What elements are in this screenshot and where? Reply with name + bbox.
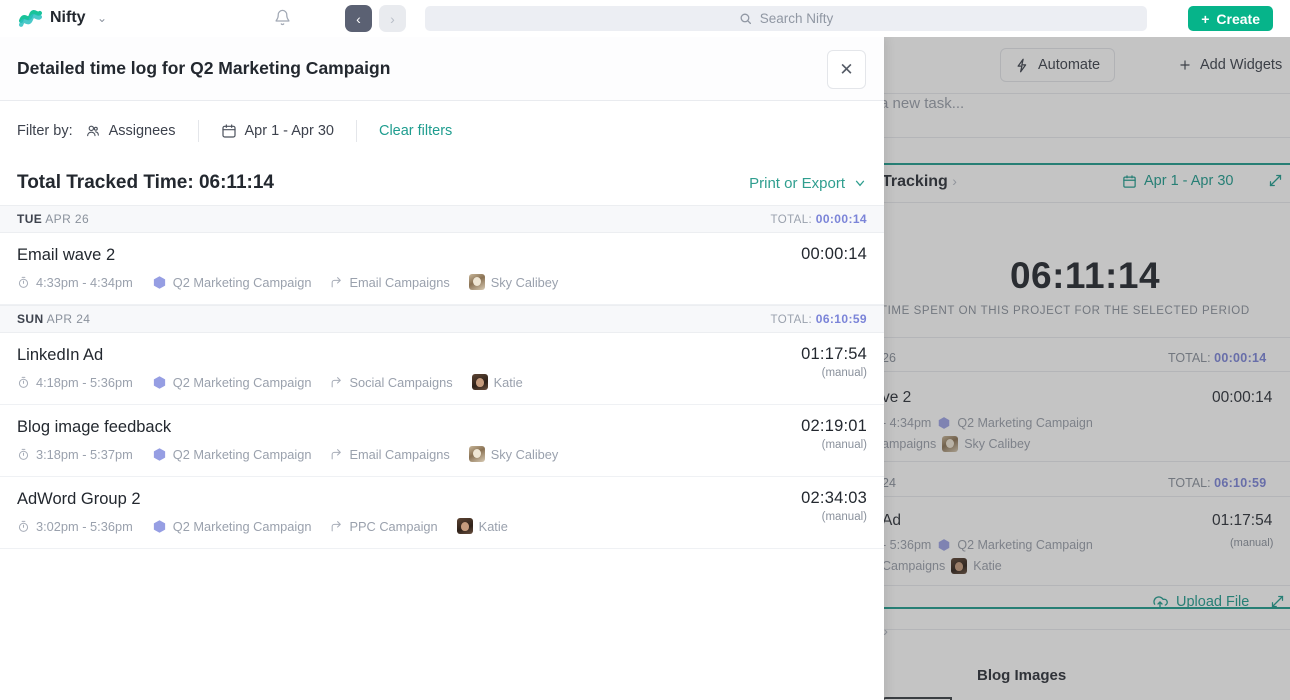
project-cube-icon [152, 375, 167, 390]
day-group-header: TUE APR 26 TOTAL: 00:00:14 [0, 205, 884, 233]
time-log-entry[interactable]: AdWord Group 2 3:02pm - 5:36pm Q2 Marketin… [0, 477, 884, 549]
time-log-entry[interactable]: Blog image feedback 3:18pm - 5:37pm Q2 Mar… [0, 405, 884, 477]
entry-title: LinkedIn Ad [17, 346, 104, 364]
entry-project[interactable]: Q2 Marketing Campaign [152, 519, 311, 534]
entry-manual-flag: (manual) [821, 367, 867, 379]
nav-forward-button[interactable]: › [379, 5, 406, 32]
entry-project[interactable]: Q2 Marketing Campaign [152, 275, 311, 290]
subtask-arrow-icon [330, 448, 343, 461]
stopwatch-icon [17, 276, 30, 289]
project-cube-icon [152, 519, 167, 534]
entry-duration-block: 02:19:01 (manual) [801, 417, 867, 451]
filter-assignees[interactable]: Assignees [85, 123, 198, 139]
entry-task[interactable]: Social Campaigns [330, 375, 453, 390]
entry-meta: 4:33pm - 4:34pm Q2 Marketing Campaign Emai… [17, 274, 867, 290]
avatar [468, 446, 485, 462]
entry-title: Blog image feedback [17, 418, 172, 436]
stopwatch-icon [17, 376, 30, 389]
entry-task[interactable]: Email Campaigns [330, 447, 450, 462]
clear-filters-button[interactable]: Clear filters [357, 123, 452, 139]
search-icon [739, 12, 752, 25]
entry-assignee[interactable]: Katie [471, 374, 523, 390]
time-log-list: TUE APR 26 TOTAL: 00:00:14 Email wave 2 4:3… [0, 205, 884, 549]
entry-duration-block: 00:00:14 [801, 245, 867, 264]
day-group-total: TOTAL: 00:00:14 [770, 212, 867, 226]
stopwatch-icon [17, 448, 30, 461]
total-tracked-row: Total Tracked Time: 06:11:14 Print or Ex… [0, 161, 884, 205]
create-label: Create [1216, 10, 1260, 27]
assignees-icon [85, 123, 101, 139]
day-group-date: TUE APR 26 [17, 212, 90, 226]
total-tracked-time: Total Tracked Time: 06:11:14 [17, 172, 274, 193]
chevron-down-icon [853, 176, 867, 190]
entry-duration: 02:34:03 [801, 489, 867, 507]
entry-time-range: 4:33pm - 4:34pm [17, 275, 133, 290]
app-root: Automate Add Widgets a new task... Track… [0, 0, 1290, 700]
filter-date-range[interactable]: Apr 1 - Apr 30 [199, 123, 356, 139]
entry-assignee[interactable]: Katie [456, 518, 508, 534]
stopwatch-icon [17, 520, 30, 533]
subtask-arrow-icon [330, 376, 343, 389]
project-cube-icon [152, 275, 167, 290]
entry-time-range: 4:18pm - 5:36pm [17, 375, 133, 390]
entry-duration: 01:17:54 [801, 345, 867, 363]
entry-task[interactable]: Email Campaigns [330, 275, 450, 290]
search-input[interactable]: Search Nifty [425, 6, 1147, 31]
top-bar: Nifty ⌄ ‹ › Search Nifty + Create [0, 0, 1290, 37]
date-range-label: Apr 1 - Apr 30 [244, 123, 334, 139]
subtask-arrow-icon [330, 276, 343, 289]
entry-assignee[interactable]: Sky Calibey [468, 274, 558, 290]
print-or-export-button[interactable]: Print or Export [749, 175, 867, 192]
entry-time-range: 3:02pm - 5:36pm [17, 519, 133, 534]
avatar [471, 374, 488, 390]
nifty-logo-icon[interactable] [18, 6, 43, 31]
search-placeholder: Search Nifty [759, 11, 834, 26]
entry-duration-block: 01:17:54 (manual) [801, 345, 867, 379]
subtask-arrow-icon [330, 520, 343, 533]
chevron-down-icon[interactable]: ⌄ [97, 11, 107, 25]
entry-title: AdWord Group 2 [17, 490, 141, 508]
notifications-bell-icon[interactable] [274, 9, 291, 26]
entry-duration: 02:19:01 [801, 417, 867, 435]
calendar-icon [221, 123, 237, 139]
avatar [456, 518, 473, 534]
entry-assignee[interactable]: Sky Calibey [468, 446, 558, 462]
avatar [468, 274, 485, 290]
entry-manual-flag: (manual) [821, 439, 867, 451]
time-log-entry[interactable]: Email wave 2 4:33pm - 4:34pm Q2 Marketing … [0, 233, 884, 305]
day-group-total: TOTAL: 06:10:59 [770, 312, 867, 326]
filter-bar: Filter by: Assignees Apr 1 - Apr 30 Clea… [0, 101, 884, 161]
create-button[interactable]: + Create [1188, 6, 1273, 31]
entry-meta: 4:18pm - 5:36pm Q2 Marketing Campaign Soci… [17, 374, 867, 390]
entry-time-range: 3:18pm - 5:37pm [17, 447, 133, 462]
entry-duration-block: 02:34:03 (manual) [801, 489, 867, 523]
nav-back-button[interactable]: ‹ [345, 5, 372, 32]
project-cube-icon [152, 447, 167, 462]
chevron-left-icon: ‹ [356, 10, 361, 27]
entry-meta: 3:18pm - 5:37pm Q2 Marketing Campaign Emai… [17, 446, 867, 462]
entry-duration: 00:00:14 [801, 245, 867, 263]
time-log-modal: Detailed time log for Q2 Marketing Campa… [0, 37, 884, 700]
filter-by-label: Filter by: [17, 123, 73, 139]
assignees-label: Assignees [108, 123, 176, 139]
day-group-header: SUN APR 24 TOTAL: 06:10:59 [0, 305, 884, 333]
plus-icon: + [1201, 10, 1210, 27]
time-log-entry[interactable]: LinkedIn Ad 4:18pm - 5:36pm Q2 Marketing C… [0, 333, 884, 405]
entry-project[interactable]: Q2 Marketing Campaign [152, 375, 311, 390]
entry-project[interactable]: Q2 Marketing Campaign [152, 447, 311, 462]
entry-manual-flag: (manual) [821, 511, 867, 523]
day-group-date: SUN APR 24 [17, 312, 91, 326]
close-icon[interactable]: ✕ [827, 50, 866, 89]
entry-task[interactable]: PPC Campaign [330, 519, 438, 534]
print-or-export-label: Print or Export [749, 174, 845, 192]
entry-meta: 3:02pm - 5:36pm Q2 Marketing Campaign PPC … [17, 518, 867, 534]
brand-name[interactable]: Nifty [50, 9, 86, 27]
modal-title: Detailed time log for Q2 Marketing Campa… [17, 58, 391, 78]
modal-header: Detailed time log for Q2 Marketing Campa… [0, 37, 884, 101]
entry-title: Email wave 2 [17, 246, 116, 264]
chevron-right-icon: › [390, 10, 395, 27]
